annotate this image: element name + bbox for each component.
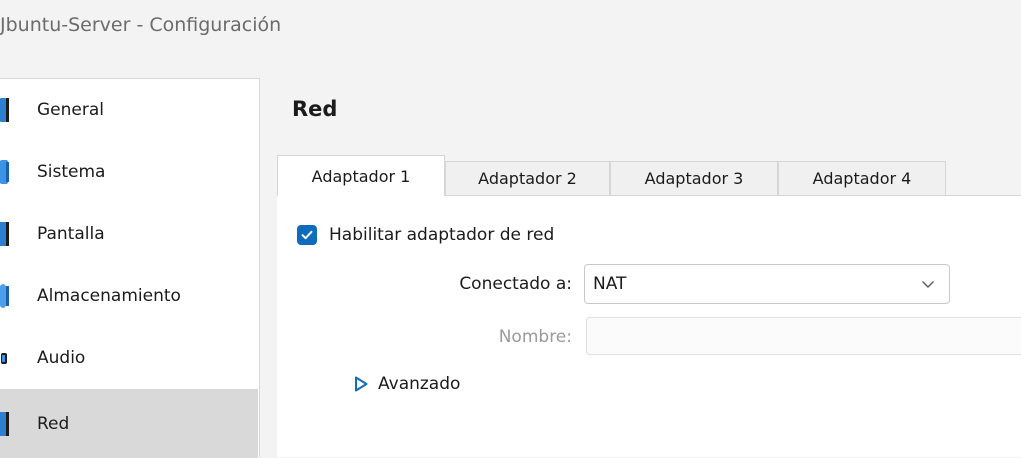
advanced-toggle[interactable]: Avanzado bbox=[354, 373, 460, 395]
sidebar-item-almacenamiento[interactable]: Almacenamiento bbox=[0, 265, 258, 327]
sidebar-item-label: Almacenamiento bbox=[37, 286, 181, 306]
sidebar-item-general[interactable]: General bbox=[0, 79, 258, 141]
name-input[interactable] bbox=[586, 317, 1021, 355]
display-icon bbox=[0, 222, 9, 246]
enable-adapter-label: Habilitar adaptador de red bbox=[329, 225, 555, 245]
sidebar-item-label: Audio bbox=[37, 348, 86, 368]
system-icon bbox=[0, 160, 9, 184]
checkmark-icon bbox=[301, 230, 313, 240]
audio-icon bbox=[1, 353, 7, 364]
network-icon bbox=[0, 411, 9, 436]
tab-adaptador-3[interactable]: Adaptador 3 bbox=[610, 161, 778, 195]
sidebar-item-label: Pantalla bbox=[37, 224, 105, 244]
page-title: Red bbox=[292, 97, 338, 121]
connected-to-label: Conectado a: bbox=[459, 274, 572, 294]
sidebar-item-sistema[interactable]: Sistema bbox=[0, 141, 258, 203]
enable-adapter-checkbox[interactable] bbox=[297, 225, 317, 245]
general-icon bbox=[0, 98, 9, 122]
connected-to-select[interactable]: NAT bbox=[584, 264, 950, 304]
sidebar-item-red[interactable]: Red bbox=[0, 389, 258, 458]
sidebar-item-label: Red bbox=[37, 413, 70, 434]
tab-label: Adaptador 3 bbox=[644, 169, 744, 188]
tab-label: Adaptador 1 bbox=[311, 166, 411, 186]
settings-sidebar: General Sistema Pantalla Almacenamiento … bbox=[0, 78, 260, 458]
connected-to-value: NAT bbox=[593, 274, 627, 294]
sidebar-item-audio[interactable]: Audio bbox=[0, 327, 258, 389]
sidebar-item-pantalla[interactable]: Pantalla bbox=[0, 203, 258, 265]
chevron-down-icon bbox=[922, 281, 934, 288]
tab-label: Adaptador 4 bbox=[812, 169, 912, 188]
tab-adaptador-4[interactable]: Adaptador 4 bbox=[778, 161, 946, 195]
tab-label: Adaptador 2 bbox=[478, 169, 577, 188]
sidebar-item-label: General bbox=[37, 100, 104, 120]
expand-triangle-icon bbox=[355, 376, 368, 392]
storage-icon bbox=[0, 284, 9, 308]
enable-adapter-row[interactable]: Habilitar adaptador de red bbox=[297, 224, 554, 246]
tab-adaptador-1[interactable]: Adaptador 1 bbox=[277, 155, 445, 196]
tab-adaptador-2[interactable]: Adaptador 2 bbox=[445, 161, 610, 195]
name-label: Nombre: bbox=[498, 327, 572, 347]
sidebar-item-label: Sistema bbox=[37, 162, 106, 182]
advanced-label: Avanzado bbox=[378, 374, 461, 394]
window-title: Jbuntu-Server - Configuración bbox=[0, 14, 282, 36]
adapter-tabs: Adaptador 1 Adaptador 2 Adaptador 3 Adap… bbox=[277, 155, 1021, 196]
